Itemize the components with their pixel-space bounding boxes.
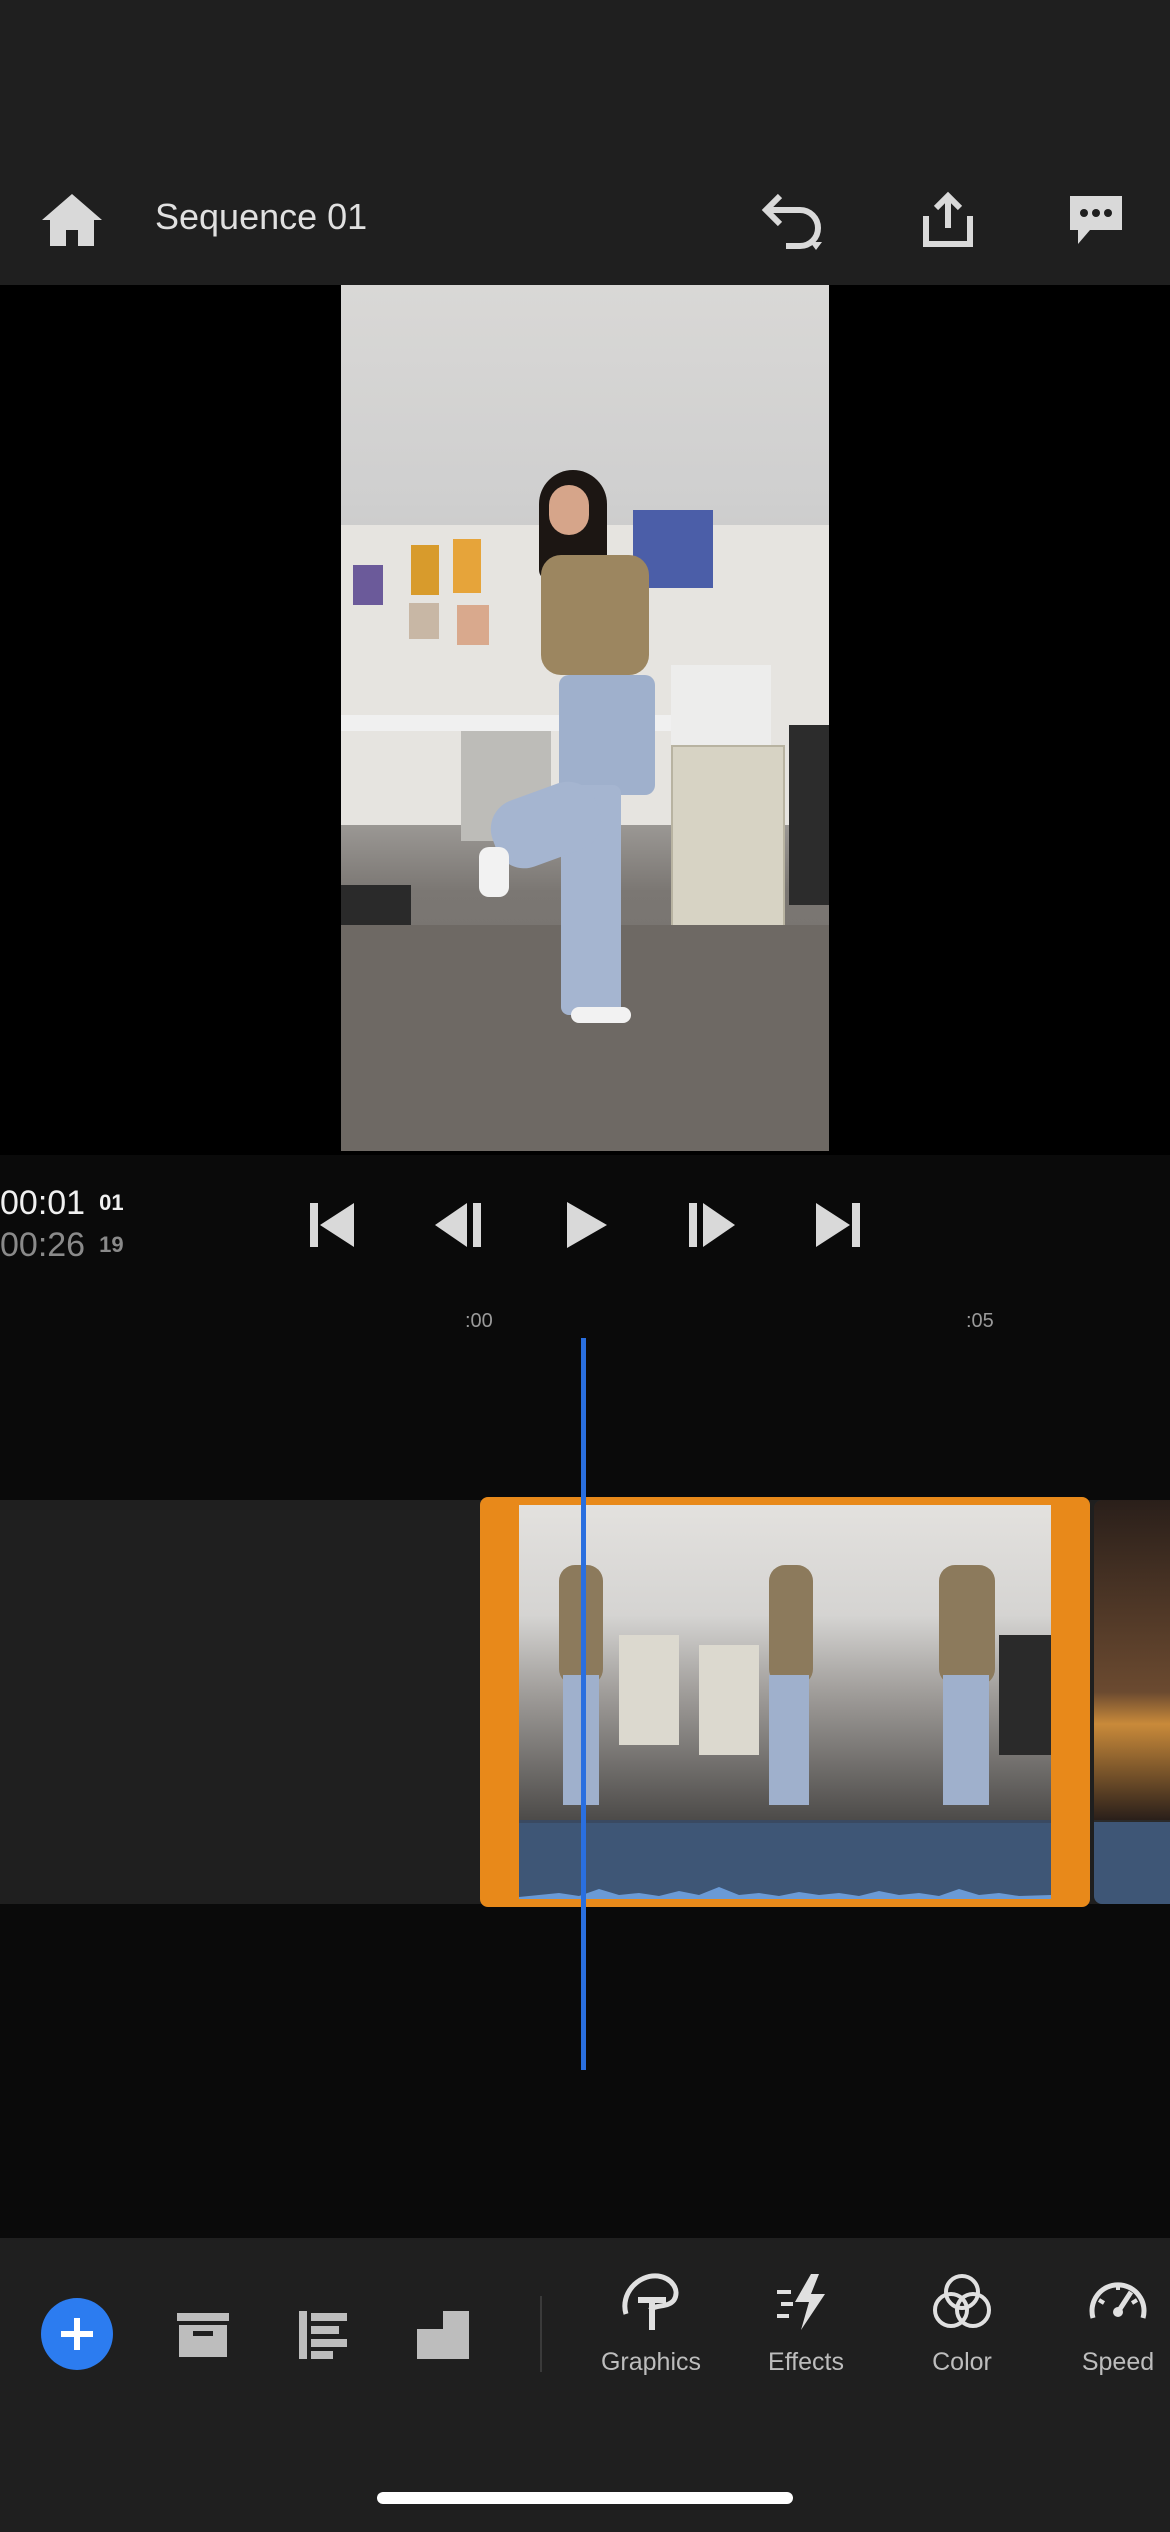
archive-icon[interactable] — [168, 2300, 238, 2370]
clip-thumbnail — [519, 1505, 702, 1820]
color-tool[interactable]: Color — [902, 2262, 1022, 2377]
tick-label: :05 — [966, 1310, 994, 1332]
plus-icon — [61, 2318, 93, 2350]
page-title: Sequence 01 — [155, 196, 368, 237]
next-clip[interactable] — [1094, 1500, 1170, 1904]
clip-content[interactable] — [519, 1505, 1051, 1899]
speed-icon — [1058, 2262, 1170, 2342]
undo-icon[interactable] — [752, 180, 832, 260]
skip-to-start-icon[interactable] — [297, 1190, 367, 1260]
graphics-icon — [591, 2262, 711, 2342]
aspect-icon[interactable] — [408, 2300, 478, 2370]
total-timecode: 00:26 19 — [0, 1226, 124, 1265]
playhead[interactable] — [581, 1338, 586, 2070]
clip-thumbnail — [699, 1505, 882, 1820]
toolbar-divider — [540, 2296, 542, 2372]
home-icon[interactable] — [32, 180, 112, 260]
play-icon[interactable] — [550, 1190, 620, 1260]
status-bar — [0, 0, 1170, 160]
video-preview[interactable] — [341, 285, 829, 1151]
speed-tool[interactable]: Speed — [1058, 2262, 1170, 2377]
effects-tool[interactable]: Effects — [746, 2262, 866, 2377]
effects-label: Effects — [768, 2348, 844, 2376]
step-back-icon[interactable] — [424, 1190, 494, 1260]
skip-to-end-icon[interactable] — [803, 1190, 873, 1260]
home-indicator — [377, 2492, 793, 2504]
share-icon[interactable] — [908, 180, 988, 260]
current-time: 00:01 — [0, 1184, 86, 1222]
effects-icon — [746, 2262, 866, 2342]
color-icon — [902, 2262, 1022, 2342]
tick-label: :00 — [465, 1310, 493, 1332]
current-frame: 01 — [99, 1190, 124, 1215]
step-forward-icon[interactable] — [676, 1190, 746, 1260]
total-frame: 19 — [99, 1232, 124, 1257]
speed-label: Speed — [1081, 2348, 1155, 2376]
current-timecode: 00:01 01 — [0, 1184, 124, 1223]
graphics-label: Graphics — [600, 2348, 702, 2376]
total-time: 00:26 — [0, 1226, 86, 1264]
list-icon[interactable] — [288, 2300, 358, 2370]
color-label: Color — [932, 2348, 992, 2376]
audio-waveform — [519, 1823, 1051, 1899]
feedback-icon[interactable] — [1056, 180, 1136, 260]
clip-thumbnail — [879, 1505, 1051, 1820]
graphics-tool[interactable]: Graphics — [591, 2262, 711, 2377]
add-media-button[interactable] — [41, 2298, 113, 2370]
